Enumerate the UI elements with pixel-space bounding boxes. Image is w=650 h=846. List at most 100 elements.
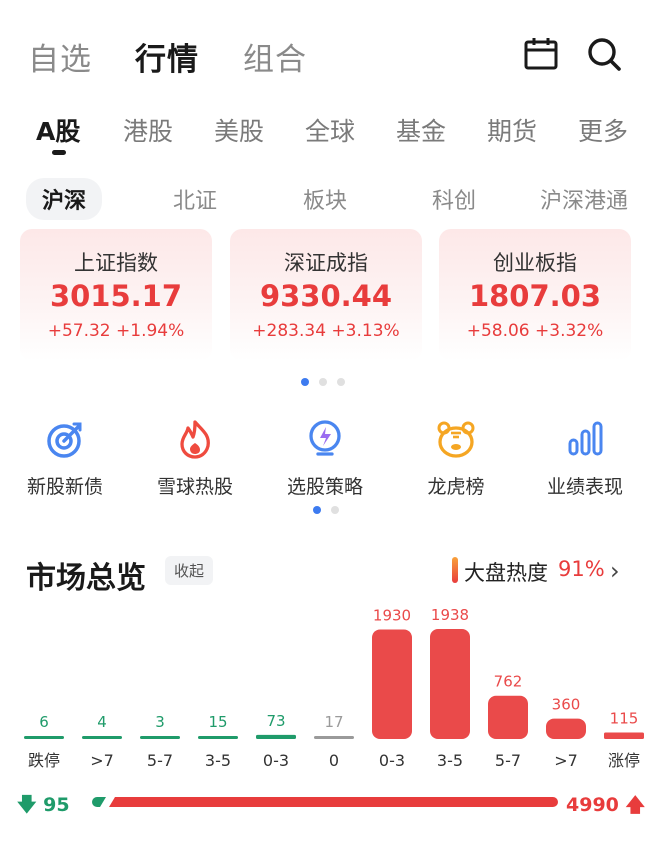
top-nav: 自选 行情 组合	[0, 0, 650, 100]
index-card-sse[interactable]: 上证指数 3015.17 +57.32 +1.94%	[20, 229, 212, 361]
bar-6	[372, 629, 412, 739]
bar-7	[430, 629, 470, 739]
bar-category-label: 0	[329, 751, 339, 770]
heat-indicator	[452, 557, 458, 583]
up-down-ratio-bar	[92, 797, 558, 807]
entry-dragon-tiger[interactable]: 龙虎榜	[396, 418, 516, 499]
index-name: 深证成指	[284, 251, 368, 275]
tab-market[interactable]: 行情	[135, 34, 199, 79]
pager-dot	[319, 378, 327, 386]
index-name: 上证指数	[74, 251, 158, 275]
bar-value-label: 3	[155, 713, 165, 731]
market-tab-hk[interactable]: 港股	[123, 112, 173, 148]
bar-value-label: 360	[552, 696, 581, 714]
index-change: +57.32 +1.94%	[47, 321, 185, 341]
pager-dot	[331, 506, 339, 514]
bar-value-label: 17	[324, 713, 343, 731]
bar-value-label: 115	[610, 709, 639, 727]
index-value: 3015.17	[49, 279, 183, 313]
index-card-szse[interactable]: 深证成指 9330.44 +283.34 +3.13%	[230, 229, 422, 361]
bar-10	[604, 732, 644, 739]
entry-ipo[interactable]: 新股新债	[5, 418, 125, 499]
entry-hot-stocks[interactable]: 雪球热股	[135, 418, 255, 499]
chevron-right-icon[interactable]: ›	[610, 557, 620, 585]
heat-value[interactable]: 91%	[558, 557, 605, 581]
bulb-icon	[309, 420, 341, 456]
bar-value-label: 4	[97, 713, 107, 731]
down-count-value: 95	[43, 794, 70, 816]
entry-earnings[interactable]: 业绩表现	[525, 418, 645, 499]
index-change: +58.06 +3.32%	[466, 321, 604, 341]
bar-0	[24, 736, 64, 739]
sub-tab-shsz[interactable]: 沪深	[26, 178, 103, 220]
bar-value-label: 15	[208, 713, 227, 731]
sub-tab-connect[interactable]: 沪深港通	[540, 183, 628, 215]
rise-fall-distribution-chart: 6 跌停 4 >7 3 5-7 15 3-5 73 0-3 17 0 1930 0-3 1938 3-5 762…	[24, 606, 644, 770]
calendar-icon[interactable]	[522, 36, 562, 72]
entry-label: 雪球热股	[156, 476, 233, 498]
search-icon[interactable]	[585, 36, 625, 72]
sub-tab-bse[interactable]: 北证	[173, 183, 217, 215]
index-value: 9330.44	[259, 279, 393, 313]
flame-icon	[180, 420, 210, 459]
bar-category-label: 3-5	[437, 751, 463, 770]
heat-label[interactable]: 大盘热度	[464, 557, 548, 587]
market-tab-more[interactable]: 更多	[578, 112, 628, 148]
arrow-up-icon: 🡅	[625, 794, 646, 816]
index-name: 创业板指	[493, 251, 577, 275]
entry-strategy[interactable]: 选股策略	[265, 418, 385, 499]
sub-tab-sector[interactable]: 板块	[303, 183, 347, 215]
bar-value-label: 6	[39, 713, 49, 731]
bar-value-label: 762	[494, 673, 523, 691]
pager-dot	[301, 378, 309, 386]
active-tab-indicator	[52, 150, 66, 155]
market-tab-fund[interactable]: 基金	[396, 112, 446, 148]
target-icon	[47, 422, 82, 458]
index-change: +283.34 +3.13%	[252, 321, 400, 341]
index-pager	[301, 378, 345, 386]
tiger-icon	[437, 421, 475, 458]
bar-4	[256, 734, 296, 739]
market-tab-global[interactable]: 全球	[305, 112, 355, 148]
index-value: 1807.03	[468, 279, 602, 313]
bar-3	[198, 736, 238, 739]
bar-chart-icon	[568, 421, 603, 456]
bar-value-label: 73	[266, 712, 285, 730]
entry-pager	[313, 506, 339, 514]
index-card-chinext[interactable]: 创业板指 1807.03 +58.06 +3.32%	[439, 229, 631, 361]
bar-category-label: 涨停	[608, 751, 640, 770]
bar-8	[488, 695, 528, 739]
bar-category-label: >7	[90, 751, 114, 770]
bar-category-label: 跌停	[28, 751, 60, 770]
ratio-up-segment	[109, 797, 558, 807]
pager-dot	[337, 378, 345, 386]
bar-value-label: 1938	[431, 606, 469, 624]
bar-category-label: >7	[554, 751, 578, 770]
tab-portfolio[interactable]: 组合	[243, 34, 307, 79]
entry-label: 选股策略	[286, 476, 363, 498]
ratio-down-segment	[92, 797, 106, 807]
tab-watchlist[interactable]: 自选	[28, 34, 92, 79]
bar-category-label: 5-7	[147, 751, 173, 770]
down-count: 🡇 95	[17, 791, 70, 823]
collapse-button[interactable]: 收起	[165, 556, 214, 585]
market-tab-us[interactable]: 美股	[214, 112, 264, 148]
market-tab-a-share[interactable]: A股	[36, 112, 80, 148]
bar-category-label: 0-3	[379, 751, 405, 770]
bar-value-label: 1930	[373, 606, 411, 624]
bar-category-label: 0-3	[263, 751, 289, 770]
arrow-down-icon: 🡇	[17, 794, 37, 816]
bar-5	[314, 736, 354, 739]
bar-category-label: 3-5	[205, 751, 231, 770]
up-count: 4990 🡅	[566, 791, 645, 823]
sub-tab-star[interactable]: 科创	[432, 183, 476, 215]
entry-label: 业绩表现	[546, 476, 623, 498]
pager-dot	[313, 506, 321, 514]
bar-2	[140, 736, 180, 739]
market-tab-futures[interactable]: 期货	[487, 112, 537, 148]
bar-category-label: 5-7	[495, 751, 521, 770]
section-title: 市场总览	[26, 561, 146, 596]
entry-label: 新股新债	[26, 476, 103, 498]
bar-9	[546, 718, 586, 739]
up-count-value: 4990	[566, 794, 619, 816]
